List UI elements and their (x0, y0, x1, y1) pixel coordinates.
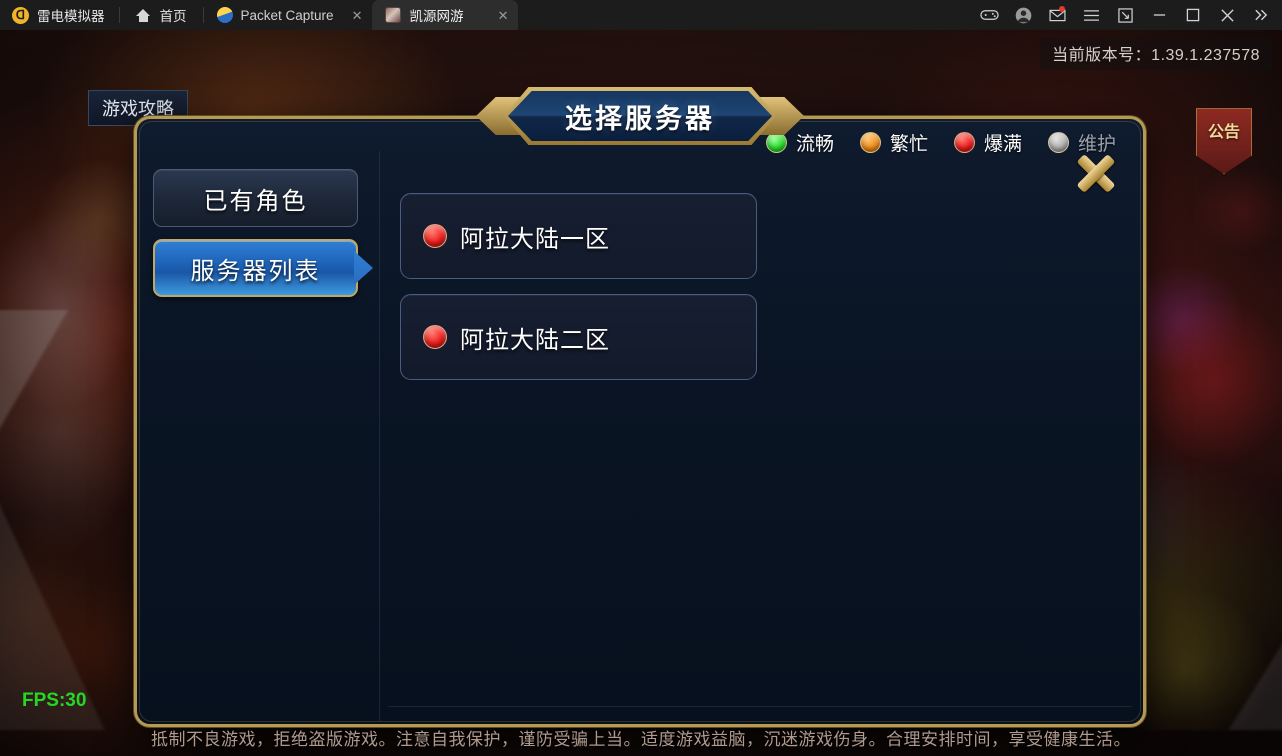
game-icon (385, 7, 402, 23)
resize-icon[interactable] (1108, 0, 1142, 30)
tab-packet-capture-label: Packet Capture (240, 7, 334, 23)
emulator-titlebar: ᗡ 雷电模拟器 首页 Packet Capture ✕ 凯源网游 ✕ (0, 0, 1282, 30)
home-tab[interactable]: 首页 (120, 0, 203, 30)
emulator-brand: ᗡ 雷电模拟器 (0, 0, 119, 30)
dialog-content: 流畅 繁忙 爆满 维护 阿拉大陆一区 阿拉大陆二区 (380, 132, 1140, 721)
packet-capture-icon (216, 7, 233, 23)
dialog-sidebar: 已有角色 服务器列表 (140, 151, 380, 721)
sidebar-item-existing-character[interactable]: 已有角色 (153, 169, 358, 227)
title-plate-inner: 选择服务器 (508, 91, 772, 141)
status-dot-busy-icon (859, 132, 881, 153)
titlebar-tabs: Packet Capture ✕ 凯源网游 ✕ (204, 0, 519, 30)
account-avatar-icon[interactable] (1006, 0, 1040, 30)
status-dot-full-icon (953, 132, 975, 153)
legend-item-busy: 繁忙 (859, 129, 928, 156)
minimize-icon[interactable] (1142, 0, 1176, 30)
close-icon[interactable] (1210, 0, 1244, 30)
ldplayer-logo-icon: ᗡ (12, 6, 29, 24)
brand-label: 雷电模拟器 (37, 9, 105, 24)
legend-label-smooth: 流畅 (795, 134, 834, 155)
page-title: 选择服务器 (565, 103, 715, 134)
version-label: 当前版本号：1.39.1.237578 (1040, 38, 1272, 70)
gamepad-icon[interactable] (972, 0, 1006, 30)
tab-game[interactable]: 凯源网游 ✕ (372, 0, 519, 30)
notice-button[interactable]: 公告 (1196, 108, 1252, 174)
tab-game-close-icon[interactable]: ✕ (488, 9, 509, 22)
tab-packet-capture-close-icon[interactable]: ✕ (342, 9, 363, 22)
server-select-dialog: 已有角色 服务器列表 流畅 繁忙 爆满 维护 阿拉大陆一区 阿拉大陆二区 选择服… (134, 87, 1146, 727)
expand-icon[interactable] (1244, 0, 1278, 30)
server-card-1[interactable]: 阿拉大陆一区 (400, 193, 757, 279)
game-stage: 当前版本号：1.39.1.237578 游戏攻略 公告 已有角色 服务器列表 流… (0, 30, 1282, 756)
home-label: 首页 (159, 9, 187, 24)
server-name: 阿拉大陆一区 (460, 225, 610, 253)
dialog-body: 已有角色 服务器列表 流畅 繁忙 爆满 维护 阿拉大陆一区 阿拉大陆二区 (140, 132, 1140, 721)
sidebar-item-server-list-label: 服务器列表 (190, 257, 321, 285)
notice-button-label: 公告 (1207, 124, 1240, 141)
sidebar-item-existing-character-label: 已有角色 (203, 187, 308, 215)
legend-item-full: 爆满 (953, 129, 1022, 156)
menu-icon[interactable] (1074, 0, 1108, 30)
maximize-icon[interactable] (1176, 0, 1210, 30)
titlebar-controls (972, 0, 1282, 30)
legend-label-busy: 繁忙 (889, 134, 928, 155)
server-status-dot-icon (423, 325, 447, 349)
status-dot-maintenance-icon (1047, 132, 1069, 153)
tab-game-label: 凯源网游 (409, 9, 464, 24)
content-scroll-divider (388, 706, 1132, 707)
legend-label-full: 爆满 (983, 134, 1022, 155)
mail-unread-badge (1059, 6, 1065, 12)
sidebar-item-server-list[interactable]: 服务器列表 (153, 239, 373, 297)
mail-icon[interactable] (1040, 0, 1074, 30)
home-icon (135, 8, 151, 23)
server-list: 阿拉大陆一区 阿拉大陆二区 (400, 169, 1118, 380)
server-name: 阿拉大陆二区 (460, 326, 610, 354)
active-tab-pointer-icon (354, 251, 373, 285)
fps-counter: FPS:30 (22, 690, 87, 711)
dialog-close-button[interactable] (1068, 145, 1124, 201)
dialog-title-banner: 选择服务器 (476, 87, 804, 145)
tab-packet-capture[interactable]: Packet Capture ✕ (204, 0, 373, 30)
legal-disclaimer: 抵制不良游戏，拒绝盗版游戏。注意自我保护，谨防受骗上当。适度游戏益脑，沉迷游戏伤… (151, 730, 1131, 749)
status-legend: 流畅 繁忙 爆满 维护 (765, 129, 1116, 156)
server-status-dot-icon (423, 224, 447, 248)
dialog-frame: 已有角色 服务器列表 流畅 繁忙 爆满 维护 阿拉大陆一区 阿拉大陆二区 (134, 116, 1146, 727)
server-card-2[interactable]: 阿拉大陆二区 (400, 294, 757, 380)
